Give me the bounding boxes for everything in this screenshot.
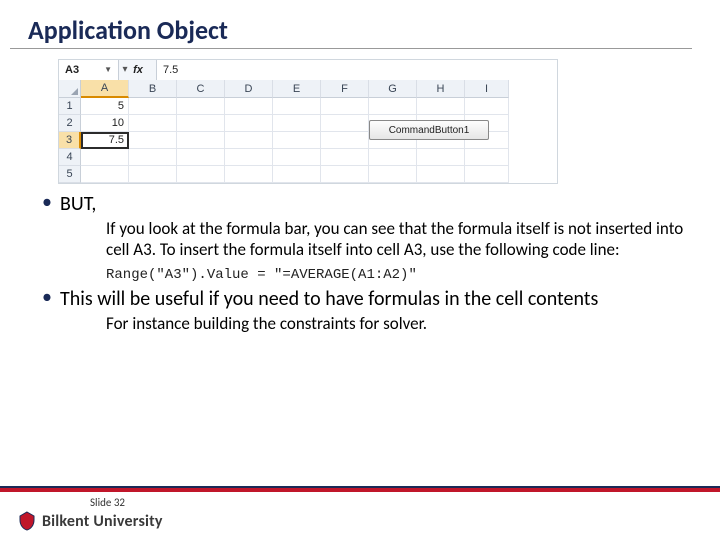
cell[interactable] [321,115,369,132]
cell[interactable] [465,166,509,183]
bullet-subtext: For instance building the constraints fo… [106,313,692,334]
cell[interactable] [273,166,321,183]
bullet-list: BUT, If you look at the formula bar, you… [28,192,692,334]
cells-area: 5 10 7.5 [81,98,557,183]
slide-title: Application Object [10,14,692,49]
cell-a1[interactable]: 5 [81,98,129,115]
footer: Slide 32 Bilkent University [0,486,720,540]
cell[interactable] [465,98,509,115]
cell[interactable] [417,98,465,115]
table-row: 5 [81,98,557,115]
formula-value[interactable]: 7.5 [157,60,557,80]
table-row [81,166,557,183]
cell[interactable] [129,98,177,115]
cell[interactable] [225,166,273,183]
cell[interactable] [321,132,369,149]
university-logo-icon [18,511,36,531]
cell[interactable] [129,149,177,166]
col-header[interactable]: G [369,80,417,98]
bullet-subtext: If you look at the formula bar, you can … [106,218,692,261]
bullet-item: This will be useful if you need to have … [28,287,692,334]
row-header[interactable]: 1 [59,98,81,115]
cell[interactable] [321,149,369,166]
bullet-text: BUT, [60,192,96,216]
cell[interactable] [177,98,225,115]
formula-bar: A3 ▼ ▾ fx 7.5 [59,60,557,80]
col-header[interactable]: I [465,80,509,98]
cell[interactable] [225,98,273,115]
cell[interactable] [369,149,417,166]
cell[interactable] [129,132,177,149]
row-header[interactable]: 5 [59,166,81,183]
row-headers: 1 2 3 4 5 [59,80,81,183]
col-header[interactable]: D [225,80,273,98]
name-box[interactable]: A3 ▼ [59,60,119,80]
cell[interactable] [369,166,417,183]
col-header[interactable]: F [321,80,369,98]
chevron-down-icon: ▼ [104,65,112,74]
cell[interactable] [273,149,321,166]
cell[interactable] [177,149,225,166]
cell[interactable] [225,149,273,166]
dropdown-icon[interactable]: ▾ [119,64,131,75]
spreadsheet-grid: 1 2 3 4 5 A B C D E F G H I [59,80,557,183]
cell[interactable] [273,115,321,132]
cell[interactable] [177,166,225,183]
cell[interactable] [81,166,129,183]
cell[interactable] [273,98,321,115]
cell-a3-active[interactable]: 7.5 [81,132,129,149]
command-button[interactable]: CommandButton1 [369,120,489,140]
brand: Bilkent University [18,511,720,531]
col-header[interactable]: B [129,80,177,98]
row-header[interactable]: 4 [59,149,81,166]
bullet-text: This will be useful if you need to have … [60,287,598,311]
cell[interactable] [369,98,417,115]
cell[interactable] [321,98,369,115]
col-header[interactable]: C [177,80,225,98]
footer-accent-bar [0,486,720,492]
cell[interactable] [465,149,509,166]
cell[interactable] [417,149,465,166]
cell[interactable] [81,149,129,166]
cell[interactable] [177,115,225,132]
bullet-item: BUT, If you look at the formula bar, you… [28,192,692,283]
cell[interactable] [321,166,369,183]
university-name: Bilkent University [42,512,163,531]
code-line: Range("A3").Value = "=AVERAGE(A1:A2)" [106,267,692,283]
cell[interactable] [225,132,273,149]
cell[interactable] [417,166,465,183]
cell[interactable] [177,132,225,149]
cell[interactable] [129,166,177,183]
cell[interactable] [225,115,273,132]
cell[interactable] [273,132,321,149]
excel-screenshot: A3 ▼ ▾ fx 7.5 1 2 3 4 5 A B C [58,59,558,184]
fx-icon[interactable]: fx [131,64,145,76]
table-row [81,149,557,166]
col-header[interactable]: E [273,80,321,98]
slide-number: Slide 32 [90,496,720,509]
col-header[interactable]: H [417,80,465,98]
slide: Application Object A3 ▼ ▾ fx 7.5 1 2 3 4… [0,0,720,540]
row-header[interactable]: 2 [59,115,81,132]
col-header-selected[interactable]: A [81,80,129,98]
row-header-selected[interactable]: 3 [59,132,81,149]
cell-a2[interactable]: 10 [81,115,129,132]
fx-button-cluster: ▾ fx [119,60,157,80]
name-box-value: A3 [65,64,79,76]
cell[interactable] [129,115,177,132]
select-all-corner[interactable] [59,80,81,98]
column-headers: A B C D E F G H I [81,80,557,98]
